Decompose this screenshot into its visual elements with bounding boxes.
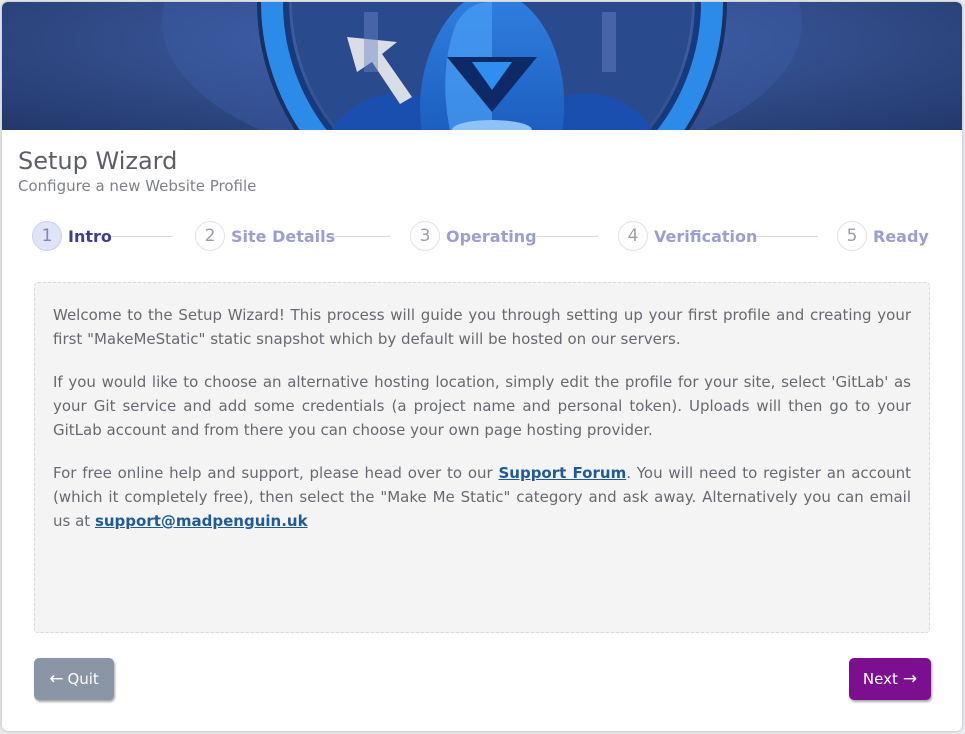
intro-content-panel: Welcome to the Setup Wizard! This proces… bbox=[34, 282, 930, 633]
step-label: Ready bbox=[873, 226, 929, 246]
hooded-penguin-logo-art bbox=[162, 2, 802, 130]
intro-text: For free online help and support, please… bbox=[53, 464, 499, 482]
intro-paragraph-3: For free online help and support, please… bbox=[53, 461, 911, 533]
next-button-label: Next bbox=[862, 670, 898, 688]
step-number: 2 bbox=[195, 221, 225, 251]
wizard-stepper: 1 Intro 2 Site Details 3 Operating 4 Ver… bbox=[32, 220, 932, 254]
support-forum-link[interactable]: Support Forum bbox=[498, 464, 626, 482]
step-verification[interactable]: 4 Verification bbox=[618, 220, 757, 252]
step-label: Intro bbox=[68, 226, 112, 246]
step-connector bbox=[756, 236, 818, 237]
next-button[interactable]: Next → bbox=[849, 658, 931, 700]
step-intro[interactable]: 1 Intro bbox=[32, 220, 112, 252]
quit-button-label: Quit bbox=[67, 670, 99, 688]
arrow-left-icon: ← bbox=[49, 669, 64, 689]
step-connector bbox=[536, 236, 598, 237]
page-subtitle: Configure a new Website Profile bbox=[18, 177, 257, 195]
step-label: Verification bbox=[654, 226, 758, 246]
banner-image bbox=[2, 2, 962, 130]
step-connector bbox=[328, 236, 390, 237]
step-number: 1 bbox=[32, 221, 62, 251]
step-connector bbox=[111, 236, 173, 237]
step-number: 5 bbox=[837, 221, 867, 251]
step-ready[interactable]: 5 Ready bbox=[837, 220, 929, 252]
arrow-right-icon: → bbox=[902, 669, 918, 689]
wizard-card: Setup Wizard Configure a new Website Pro… bbox=[2, 2, 962, 731]
support-email-link[interactable]: support@madpenguin.uk bbox=[95, 512, 308, 530]
step-label: Operating bbox=[446, 226, 537, 246]
step-number: 3 bbox=[410, 221, 440, 251]
step-site-details[interactable]: 2 Site Details bbox=[195, 220, 335, 252]
step-number: 4 bbox=[618, 221, 648, 251]
intro-paragraph-2: If you would like to choose an alternati… bbox=[53, 373, 911, 439]
quit-button[interactable]: ← Quit bbox=[34, 658, 114, 700]
page-title: Setup Wizard bbox=[18, 147, 178, 175]
step-label: Site Details bbox=[231, 226, 336, 246]
intro-paragraph-1: Welcome to the Setup Wizard! This proces… bbox=[53, 306, 911, 348]
step-operating[interactable]: 3 Operating bbox=[410, 220, 537, 252]
